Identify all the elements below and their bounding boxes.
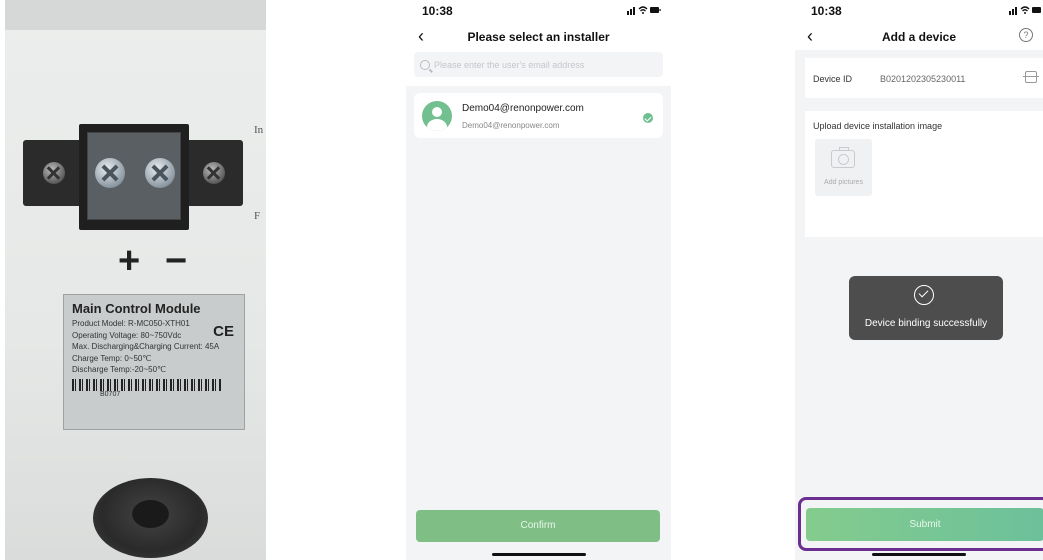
toast-message: Device binding successfully <box>864 318 988 329</box>
negative-symbol: − <box>165 240 188 282</box>
user-avatar-icon <box>422 101 452 131</box>
photo-edge-text: In <box>254 124 264 136</box>
label-title: Main Control Module <box>72 301 201 316</box>
add-picture-label: Add pictures <box>824 179 863 186</box>
screw-icon <box>203 162 225 184</box>
device-id-value[interactable]: B0201202305230011 <box>880 74 965 84</box>
search-bar <box>406 50 671 86</box>
nav-bar: ‹ Add a device ? <box>795 22 1043 50</box>
installer-list-item[interactable]: Demo04@renonpower.com Demo04@renonpower.… <box>414 93 663 138</box>
check-circle-icon <box>914 285 934 305</box>
selected-check-icon <box>643 113 653 123</box>
add-device-screen: 10:38 ‹ Add a device ? Device ID B020120… <box>795 0 1043 560</box>
page-title: Add a device <box>881 30 957 44</box>
success-toast: Device binding successfully <box>849 276 1003 340</box>
ce-mark: CE <box>213 323 234 340</box>
submit-button[interactable]: Submit <box>806 508 1043 541</box>
home-indicator <box>872 553 966 556</box>
system-status-icons <box>627 5 661 18</box>
photo-top-band <box>5 0 266 30</box>
barcode <box>72 378 222 391</box>
status-bar: 10:38 <box>795 0 1043 22</box>
system-status-icons <box>1009 5 1043 18</box>
confirm-button[interactable]: Confirm <box>416 510 660 542</box>
upload-section: Upload device installation image Add pic… <box>805 111 1043 237</box>
add-picture-button[interactable]: Add pictures <box>815 139 872 196</box>
nav-bar: ‹ Please select an installer <box>406 22 671 50</box>
screw-icon <box>145 158 175 188</box>
installer-email: Demo04@renonpower.com <box>462 121 560 130</box>
help-icon[interactable]: ? <box>1019 28 1033 42</box>
label-line: Operating Voltage: 80~750Vdc <box>72 330 182 340</box>
screw-icon <box>43 162 65 184</box>
home-indicator <box>491 553 586 556</box>
positive-symbol: + <box>118 240 141 282</box>
camera-icon <box>831 147 855 168</box>
status-bar: 10:38 <box>406 0 671 22</box>
select-installer-screen: 10:38 ‹ Please select an installer Pleas… <box>406 0 671 560</box>
barcode-text: B0707 <box>100 390 121 398</box>
module-photo: In F + − Main Control Module Product Mod… <box>5 0 266 560</box>
installer-name: Demo04@renonpower.com <box>462 103 584 114</box>
cable-gland <box>93 478 208 558</box>
scan-icon[interactable] <box>1023 71 1039 83</box>
photo-edge-text: F <box>254 210 261 222</box>
search-icon <box>420 59 430 70</box>
label-line: Discharge Temp:-20~50℃ <box>72 365 166 374</box>
screw-icon <box>95 158 125 188</box>
email-search-input[interactable] <box>434 59 644 70</box>
terminal-block <box>23 118 243 230</box>
product-label: Main Control Module Product Model: R-MC0… <box>63 294 245 430</box>
device-id-row: Device ID B0201202305230011 <box>805 58 1043 98</box>
search-box[interactable] <box>414 52 663 77</box>
label-line: Product Model: R-MC050-XTH01 <box>72 319 190 328</box>
label-line: Charge Temp: 0~50℃ <box>72 353 152 363</box>
label-line: Max. Discharging&Charging Current: 45A <box>72 342 220 351</box>
device-id-label: Device ID <box>813 74 853 84</box>
page-title: Please select an installer <box>467 30 610 44</box>
status-time: 10:38 <box>422 4 453 18</box>
status-time: 10:38 <box>811 4 842 18</box>
upload-title: Upload device installation image <box>813 121 943 131</box>
